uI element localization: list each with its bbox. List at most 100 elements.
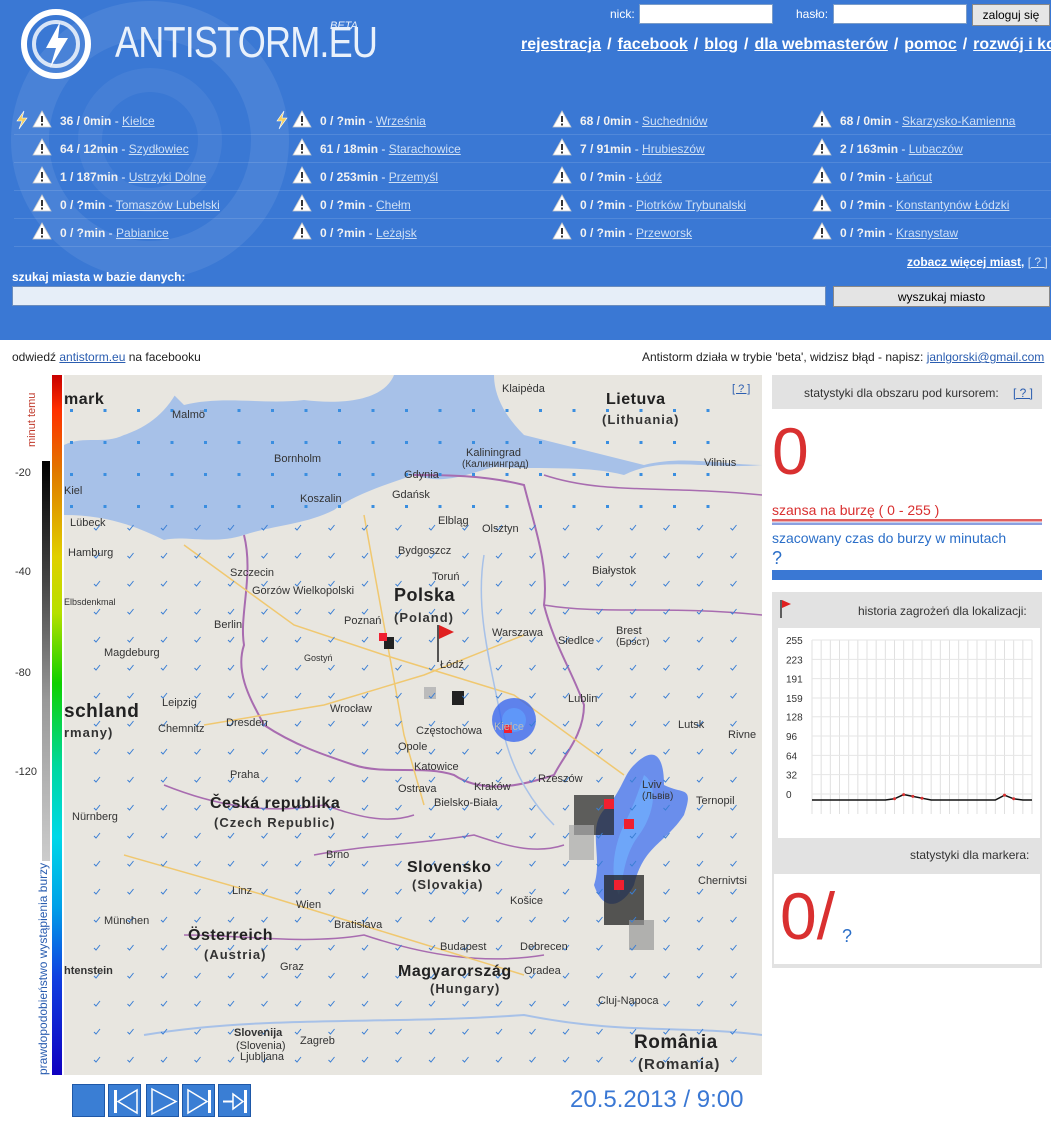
grid-check: [495, 944, 503, 951]
city-link[interactable]: Tomaszów Lubelski: [116, 198, 220, 212]
city-link[interactable]: Kielce: [122, 114, 155, 128]
grid-check: [529, 1000, 536, 1007]
city-link[interactable]: Chełm: [376, 198, 411, 212]
precip-cluster: [629, 920, 654, 950]
grid-check: [495, 1028, 503, 1035]
step-forward-button[interactable]: [182, 1084, 215, 1117]
city-link[interactable]: Łańcut: [896, 170, 932, 184]
step-back-button[interactable]: [108, 1084, 141, 1117]
grid-check: [127, 692, 134, 699]
grid-check: [93, 692, 101, 699]
city-search-input[interactable]: [12, 286, 826, 306]
city-link[interactable]: Września: [376, 114, 426, 128]
city-count: 68 / 0min: [840, 114, 892, 128]
logo-icon[interactable]: [20, 8, 92, 83]
search-city-button[interactable]: wyszukaj miasto: [833, 286, 1050, 307]
grid-dot: [70, 505, 73, 508]
city-link[interactable]: Leżajsk: [376, 226, 417, 240]
city-link[interactable]: Przemyśl: [389, 170, 438, 184]
grid-check: [194, 1028, 201, 1035]
storm-map[interactable]: mark Lietuva (Lithuania) Polska (Poland)…: [64, 375, 762, 1075]
grid-check: [696, 944, 704, 951]
grid-check: [562, 832, 570, 839]
grid-dot: [237, 505, 241, 508]
city-label: Linz: [232, 885, 253, 897]
warning-icon: [32, 110, 52, 128]
city-link[interactable]: Konstantynów Łódzki: [896, 198, 1009, 212]
city-label: Gdynia: [404, 469, 439, 481]
stop-button[interactable]: [72, 1084, 105, 1117]
grid-check: [227, 1056, 235, 1063]
grid-check: [294, 692, 302, 699]
grid-check: [328, 860, 335, 867]
grid-check: [294, 860, 302, 867]
grid-check: [730, 944, 737, 951]
password-input[interactable]: [833, 4, 967, 24]
grid-check: [696, 860, 704, 867]
city-link[interactable]: Przeworsk: [636, 226, 692, 240]
header: ANTISTORM.EU BETA nick: hasło: zaloguj s…: [0, 0, 1051, 340]
grid-check: [562, 1056, 570, 1063]
location-marker-flag[interactable]: [437, 625, 454, 662]
more-cities-help[interactable]: [ ? ]: [1028, 255, 1048, 269]
cursor-stats-help[interactable]: [ ? ]: [1013, 386, 1033, 400]
facebook-link[interactable]: antistorm.eu: [59, 350, 125, 364]
city-link[interactable]: Ustrzyki Dolne: [129, 170, 206, 184]
grid-check: [730, 664, 737, 671]
grid-check: [93, 888, 101, 895]
history-point: [920, 796, 924, 800]
city-link[interactable]: Lubaczów: [909, 142, 963, 156]
grid-dot: [706, 441, 710, 444]
city-row: 64 / 12min - Szydłowiec 61 / 18min - Star…: [14, 138, 1051, 163]
city-link[interactable]: Hrubieszów: [642, 142, 705, 156]
grid-check: [160, 888, 168, 895]
grid-check: [562, 972, 570, 979]
city-link[interactable]: Łódź: [636, 170, 662, 184]
city-link[interactable]: Pabianice: [116, 226, 169, 240]
city-link[interactable]: Piotrków Trybunalski: [636, 198, 746, 212]
history-point: [1003, 793, 1006, 797]
city-link[interactable]: Starachowice: [389, 142, 461, 156]
grid-check: [663, 776, 670, 783]
warning-icon: [292, 110, 312, 128]
grid-check: [529, 552, 536, 559]
grid-check: [529, 608, 536, 615]
nav-kontakt[interactable]: rozwój i kontakt: [973, 36, 1051, 53]
skip-to-end-button[interactable]: [218, 1084, 251, 1117]
grid-dot: [572, 441, 576, 444]
nick-input[interactable]: [639, 4, 773, 24]
grid-check: [629, 1056, 637, 1063]
more-cities-link[interactable]: zobacz więcej miast: [907, 255, 1021, 269]
storm-chance-value: 0: [772, 414, 809, 488]
city-link[interactable]: Szydłowiec: [129, 142, 189, 156]
grid-check: [294, 552, 302, 559]
play-button[interactable]: [146, 1084, 179, 1117]
nav-pomoc[interactable]: pomoc: [904, 36, 956, 53]
contact-email-link[interactable]: janlgorski@gmail.com: [927, 350, 1045, 364]
login-button[interactable]: zaloguj się: [972, 4, 1050, 26]
grid-check: [194, 944, 201, 951]
nav-blog[interactable]: blog: [704, 36, 738, 53]
city-link[interactable]: Suchedniów: [642, 114, 707, 128]
map-help-link[interactable]: [ ? ]: [732, 383, 750, 395]
nav-webmasters[interactable]: dla webmasterów: [754, 36, 887, 53]
city-link[interactable]: Krasnystaw: [896, 226, 958, 240]
nav-facebook[interactable]: facebook: [618, 36, 688, 53]
grid-check: [730, 832, 737, 839]
city-label: Wrocław: [330, 703, 372, 715]
city-label: Debrecen: [520, 941, 568, 953]
city-label: Elbląg: [438, 515, 469, 527]
grid-check: [294, 972, 302, 979]
grid-check: [93, 636, 101, 643]
city-label: Łódź: [440, 659, 464, 671]
grid-check: [361, 860, 369, 867]
grid-check: [294, 944, 302, 951]
grid-dot: [271, 441, 274, 444]
grid-check: [261, 552, 268, 559]
grid-check: [93, 860, 101, 867]
grid-dot: [673, 473, 676, 476]
nav-rejestracja[interactable]: rejestracja: [521, 36, 601, 53]
grid-check: [596, 720, 603, 727]
warning-icon: [292, 222, 312, 240]
city-link[interactable]: Skarzysko-Kamienna: [902, 114, 1015, 128]
